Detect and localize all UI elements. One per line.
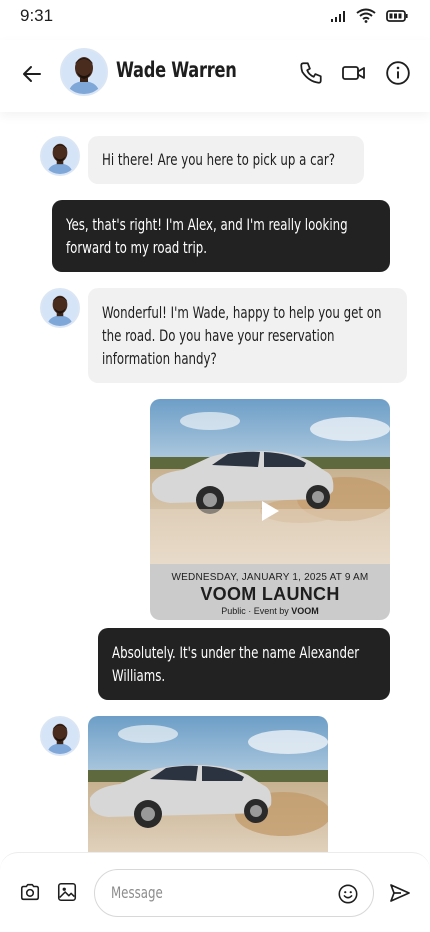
message-text: Williams. [112, 666, 166, 685]
chat-header: Wade Warren [0, 40, 430, 112]
image-message[interactable] [88, 716, 328, 852]
event-meta: Public · Event by VOOM [150, 606, 390, 616]
person-photo [42, 290, 78, 326]
signal-icon [331, 10, 345, 22]
message-text: Absolutely. It's under the name Alexande… [112, 643, 360, 662]
avatar[interactable] [60, 48, 108, 96]
send-icon[interactable] [388, 881, 412, 905]
incoming-message[interactable]: Wonderful! I'm Wade, happy to help you g… [88, 288, 407, 383]
event-video-card[interactable]: WEDNESDAY, JANUARY 1, 2025 AT 9 AM VOOM … [150, 399, 390, 620]
message-text: forward to my road trip. [66, 238, 208, 257]
event-host: VOOM [291, 606, 319, 616]
message-list[interactable]: Hi there! Are you here to pick up a car?… [0, 112, 430, 852]
wifi-icon [356, 8, 376, 23]
car-photo [150, 399, 390, 564]
battery-icon [386, 9, 408, 22]
video-call-icon[interactable] [341, 60, 367, 86]
emoji-icon[interactable] [337, 883, 359, 905]
incoming-message[interactable]: Hi there! Are you here to pick up a car? [88, 136, 364, 184]
outgoing-message[interactable]: Yes, that's right! I'm Alex, and I'm rea… [52, 200, 390, 272]
camera-icon[interactable] [19, 881, 41, 903]
message-composer: Message [0, 852, 430, 932]
message-text: Yes, that's right! I'm Alex, and I'm rea… [66, 215, 348, 234]
status-time: 9:31 [20, 6, 54, 25]
message-text: information handy? [102, 349, 217, 368]
message-text: the road. Do you have your reservation [102, 326, 335, 345]
person-photo [42, 718, 78, 754]
outgoing-message[interactable]: Absolutely. It's under the name Alexande… [98, 628, 390, 700]
status-bar: 9:31 [0, 0, 430, 40]
gallery-icon[interactable] [56, 881, 78, 903]
avatar[interactable] [40, 288, 80, 328]
back-arrow-icon[interactable] [20, 62, 44, 86]
avatar[interactable] [40, 716, 80, 756]
event-date: WEDNESDAY, JANUARY 1, 2025 AT 9 AM [171, 572, 369, 583]
event-caption: WEDNESDAY, JANUARY 1, 2025 AT 9 AM VOOM … [150, 564, 390, 620]
phone-icon[interactable] [298, 60, 324, 86]
person-photo [62, 50, 106, 94]
event-title: VOOM LAUNCH [200, 584, 340, 604]
message-text: Hi there! Are you here to pick up a car? [102, 150, 335, 169]
play-icon[interactable] [262, 501, 279, 521]
status-icons [330, 8, 408, 23]
message-placeholder: Message [111, 883, 163, 902]
person-photo [42, 138, 78, 174]
car-photo [88, 716, 328, 852]
event-visibility: Public · Event by [221, 606, 292, 616]
message-input[interactable]: Message [94, 869, 374, 917]
info-icon[interactable] [385, 60, 411, 86]
contact-name: Wade Warren [116, 58, 237, 82]
message-text: Wonderful! I'm Wade, happy to help you g… [102, 303, 382, 322]
avatar[interactable] [40, 136, 80, 176]
